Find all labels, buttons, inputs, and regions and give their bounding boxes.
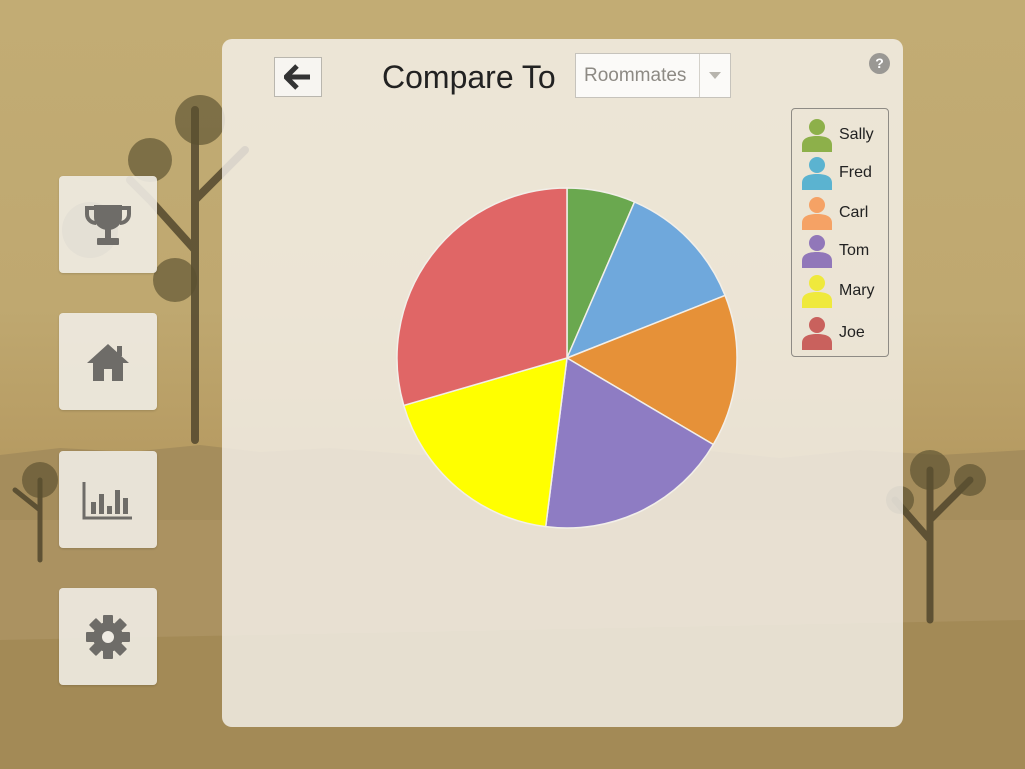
legend-label: Tom xyxy=(839,242,870,259)
person-icon xyxy=(802,235,832,268)
nav-stats-button[interactable] xyxy=(59,451,157,548)
legend-item: Mary xyxy=(801,273,889,309)
bar-chart-icon xyxy=(82,481,132,519)
trophy-icon xyxy=(85,204,131,245)
legend-label: Mary xyxy=(839,282,875,299)
nav-settings-button[interactable] xyxy=(59,588,157,685)
person-icon xyxy=(802,197,832,230)
person-icon xyxy=(802,157,832,190)
pie-chart-svg xyxy=(396,187,738,529)
compare-to-label: Compare To xyxy=(382,59,556,95)
compare-group-select[interactable]: Roommates xyxy=(575,53,731,98)
gear-icon xyxy=(86,614,130,659)
home-icon xyxy=(87,343,129,381)
person-icon xyxy=(802,119,832,152)
person-icon xyxy=(802,317,832,350)
legend-item: Tom xyxy=(801,233,889,269)
legend: Sally Fred Carl Tom Mary Joe xyxy=(791,108,889,357)
back-button[interactable] xyxy=(274,57,322,97)
legend-item: Carl xyxy=(801,195,889,231)
legend-item: Sally xyxy=(801,117,889,153)
legend-item: Joe xyxy=(801,315,889,351)
nav-home-button[interactable] xyxy=(59,313,157,410)
legend-label: Carl xyxy=(839,204,869,221)
nav-trophy-button[interactable] xyxy=(59,176,157,273)
legend-label: Joe xyxy=(839,324,865,341)
legend-item: Fred xyxy=(801,155,889,191)
legend-label: Fred xyxy=(839,164,872,181)
chevron-down-icon[interactable] xyxy=(699,54,730,97)
compare-panel: Compare To Roommates ? Sally Fred Carl Tom M… xyxy=(222,39,903,727)
help-button[interactable]: ? xyxy=(869,53,890,74)
person-icon xyxy=(802,275,832,308)
select-value: Roommates xyxy=(584,64,687,86)
legend-label: Sally xyxy=(839,126,874,143)
arrow-left-icon xyxy=(284,64,310,90)
pie-chart xyxy=(394,185,740,531)
